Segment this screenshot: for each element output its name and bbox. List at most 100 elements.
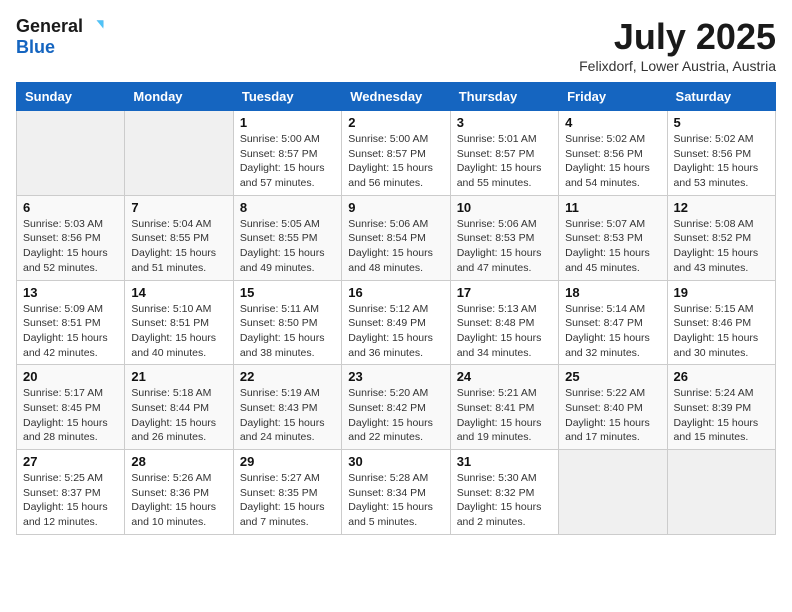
- day-info: Sunrise: 5:03 AM Sunset: 8:56 PM Dayligh…: [23, 217, 118, 276]
- day-number: 8: [240, 200, 335, 215]
- calendar-cell: 20Sunrise: 5:17 AM Sunset: 8:45 PM Dayli…: [17, 365, 125, 450]
- day-number: 27: [23, 454, 118, 469]
- day-info: Sunrise: 5:02 AM Sunset: 8:56 PM Dayligh…: [674, 132, 769, 191]
- day-number: 5: [674, 115, 769, 130]
- logo-icon: [85, 17, 105, 37]
- calendar-week-row: 1 Sunrise: 5:00 AM Sunset: 8:57 PM Daylig…: [17, 111, 776, 196]
- day-info: Sunrise: 5:00 AM Sunset: 8:57 PM Dayligh…: [240, 132, 335, 191]
- day-number: 2: [348, 115, 443, 130]
- calendar-cell: 16Sunrise: 5:12 AM Sunset: 8:49 PM Dayli…: [342, 280, 450, 365]
- day-info: Sunrise: 5:28 AM Sunset: 8:34 PM Dayligh…: [348, 471, 443, 530]
- day-info: Sunrise: 5:12 AM Sunset: 8:49 PM Dayligh…: [348, 302, 443, 361]
- day-number: 26: [674, 369, 769, 384]
- weekday-header-saturday: Saturday: [667, 83, 775, 111]
- day-number: 23: [348, 369, 443, 384]
- calendar-cell: 24 Sunrise: 5:21 AM Sunset: 8:41 PM Dayli…: [450, 365, 558, 450]
- day-info: Sunrise: 5:06 AM Sunset: 8:53 PM Dayligh…: [457, 217, 552, 276]
- calendar-cell: 4Sunrise: 5:02 AM Sunset: 8:56 PM Daylig…: [559, 111, 667, 196]
- day-info: Sunrise: 5:09 AM Sunset: 8:51 PM Dayligh…: [23, 302, 118, 361]
- calendar-cell: 5 Sunrise: 5:02 AM Sunset: 8:56 PM Daylig…: [667, 111, 775, 196]
- day-number: 22: [240, 369, 335, 384]
- calendar-cell: 9 Sunrise: 5:06 AM Sunset: 8:54 PM Daylig…: [342, 195, 450, 280]
- logo: General Blue: [16, 16, 105, 58]
- location-subtitle: Felixdorf, Lower Austria, Austria: [579, 58, 776, 74]
- calendar-cell: 13 Sunrise: 5:09 AM Sunset: 8:51 PM Dayli…: [17, 280, 125, 365]
- day-info: Sunrise: 5:13 AM Sunset: 8:48 PM Dayligh…: [457, 302, 552, 361]
- calendar-cell: 26 Sunrise: 5:24 AM Sunset: 8:39 PM Dayli…: [667, 365, 775, 450]
- logo-general-text: General: [16, 16, 83, 37]
- calendar-cell: 1 Sunrise: 5:00 AM Sunset: 8:57 PM Daylig…: [233, 111, 341, 196]
- day-info: Sunrise: 5:19 AM Sunset: 8:43 PM Dayligh…: [240, 386, 335, 445]
- calendar-cell: 28Sunrise: 5:26 AM Sunset: 8:36 PM Dayli…: [125, 450, 233, 535]
- title-area: July 2025 Felixdorf, Lower Austria, Aust…: [579, 16, 776, 74]
- calendar-cell: 8 Sunrise: 5:05 AM Sunset: 8:55 PM Daylig…: [233, 195, 341, 280]
- day-number: 12: [674, 200, 769, 215]
- day-info: Sunrise: 5:14 AM Sunset: 8:47 PM Dayligh…: [565, 302, 660, 361]
- day-number: 18: [565, 285, 660, 300]
- calendar-week-row: 20Sunrise: 5:17 AM Sunset: 8:45 PM Dayli…: [17, 365, 776, 450]
- calendar-cell: 6 Sunrise: 5:03 AM Sunset: 8:56 PM Daylig…: [17, 195, 125, 280]
- day-number: 24: [457, 369, 552, 384]
- calendar-cell: 11Sunrise: 5:07 AM Sunset: 8:53 PM Dayli…: [559, 195, 667, 280]
- day-info: Sunrise: 5:21 AM Sunset: 8:41 PM Dayligh…: [457, 386, 552, 445]
- day-info: Sunrise: 5:06 AM Sunset: 8:54 PM Dayligh…: [348, 217, 443, 276]
- day-number: 17: [457, 285, 552, 300]
- day-info: Sunrise: 5:20 AM Sunset: 8:42 PM Dayligh…: [348, 386, 443, 445]
- day-info: Sunrise: 5:17 AM Sunset: 8:45 PM Dayligh…: [23, 386, 118, 445]
- calendar-cell: 10 Sunrise: 5:06 AM Sunset: 8:53 PM Dayli…: [450, 195, 558, 280]
- weekday-header-thursday: Thursday: [450, 83, 558, 111]
- day-number: 21: [131, 369, 226, 384]
- day-info: Sunrise: 5:27 AM Sunset: 8:35 PM Dayligh…: [240, 471, 335, 530]
- day-info: Sunrise: 5:01 AM Sunset: 8:57 PM Dayligh…: [457, 132, 552, 191]
- page-header: General Blue July 2025 Felixdorf, Lower …: [16, 16, 776, 74]
- calendar-week-row: 27 Sunrise: 5:25 AM Sunset: 8:37 PM Dayli…: [17, 450, 776, 535]
- calendar-cell: 7Sunrise: 5:04 AM Sunset: 8:55 PM Daylig…: [125, 195, 233, 280]
- day-info: Sunrise: 5:05 AM Sunset: 8:55 PM Dayligh…: [240, 217, 335, 276]
- weekday-header-tuesday: Tuesday: [233, 83, 341, 111]
- day-number: 1: [240, 115, 335, 130]
- calendar-cell: 27 Sunrise: 5:25 AM Sunset: 8:37 PM Dayli…: [17, 450, 125, 535]
- calendar-cell: 23 Sunrise: 5:20 AM Sunset: 8:42 PM Dayli…: [342, 365, 450, 450]
- day-number: 9: [348, 200, 443, 215]
- calendar-cell: 22 Sunrise: 5:19 AM Sunset: 8:43 PM Dayli…: [233, 365, 341, 450]
- calendar-cell: 3Sunrise: 5:01 AM Sunset: 8:57 PM Daylig…: [450, 111, 558, 196]
- day-info: Sunrise: 5:30 AM Sunset: 8:32 PM Dayligh…: [457, 471, 552, 530]
- weekday-header-monday: Monday: [125, 83, 233, 111]
- day-info: Sunrise: 5:25 AM Sunset: 8:37 PM Dayligh…: [23, 471, 118, 530]
- day-number: 15: [240, 285, 335, 300]
- day-number: 10: [457, 200, 552, 215]
- month-title: July 2025: [579, 16, 776, 58]
- calendar-cell: 30Sunrise: 5:28 AM Sunset: 8:34 PM Dayli…: [342, 450, 450, 535]
- calendar-cell: 15 Sunrise: 5:11 AM Sunset: 8:50 PM Dayli…: [233, 280, 341, 365]
- day-number: 14: [131, 285, 226, 300]
- day-info: Sunrise: 5:24 AM Sunset: 8:39 PM Dayligh…: [674, 386, 769, 445]
- day-info: Sunrise: 5:00 AM Sunset: 8:57 PM Dayligh…: [348, 132, 443, 191]
- weekday-header-sunday: Sunday: [17, 83, 125, 111]
- calendar-cell: 25Sunrise: 5:22 AM Sunset: 8:40 PM Dayli…: [559, 365, 667, 450]
- calendar-week-row: 6 Sunrise: 5:03 AM Sunset: 8:56 PM Daylig…: [17, 195, 776, 280]
- calendar-header-row: SundayMondayTuesdayWednesdayThursdayFrid…: [17, 83, 776, 111]
- calendar-cell: 18 Sunrise: 5:14 AM Sunset: 8:47 PM Dayli…: [559, 280, 667, 365]
- day-info: Sunrise: 5:11 AM Sunset: 8:50 PM Dayligh…: [240, 302, 335, 361]
- calendar-cell: 14Sunrise: 5:10 AM Sunset: 8:51 PM Dayli…: [125, 280, 233, 365]
- day-info: Sunrise: 5:07 AM Sunset: 8:53 PM Dayligh…: [565, 217, 660, 276]
- calendar-cell: 19Sunrise: 5:15 AM Sunset: 8:46 PM Dayli…: [667, 280, 775, 365]
- day-number: 25: [565, 369, 660, 384]
- calendar-cell: 21 Sunrise: 5:18 AM Sunset: 8:44 PM Dayli…: [125, 365, 233, 450]
- day-info: Sunrise: 5:15 AM Sunset: 8:46 PM Dayligh…: [674, 302, 769, 361]
- calendar-cell: 29 Sunrise: 5:27 AM Sunset: 8:35 PM Dayli…: [233, 450, 341, 535]
- day-number: 29: [240, 454, 335, 469]
- day-info: Sunrise: 5:04 AM Sunset: 8:55 PM Dayligh…: [131, 217, 226, 276]
- day-info: Sunrise: 5:02 AM Sunset: 8:56 PM Dayligh…: [565, 132, 660, 191]
- day-number: 13: [23, 285, 118, 300]
- calendar-week-row: 13 Sunrise: 5:09 AM Sunset: 8:51 PM Dayli…: [17, 280, 776, 365]
- calendar-cell: [17, 111, 125, 196]
- calendar-cell: 17 Sunrise: 5:13 AM Sunset: 8:48 PM Dayli…: [450, 280, 558, 365]
- day-number: 6: [23, 200, 118, 215]
- day-info: Sunrise: 5:08 AM Sunset: 8:52 PM Dayligh…: [674, 217, 769, 276]
- logo-blue-text: Blue: [16, 37, 55, 58]
- weekday-header-wednesday: Wednesday: [342, 83, 450, 111]
- day-info: Sunrise: 5:18 AM Sunset: 8:44 PM Dayligh…: [131, 386, 226, 445]
- calendar-table: SundayMondayTuesdayWednesdayThursdayFrid…: [16, 82, 776, 535]
- calendar-cell: 31Sunrise: 5:30 AM Sunset: 8:32 PM Dayli…: [450, 450, 558, 535]
